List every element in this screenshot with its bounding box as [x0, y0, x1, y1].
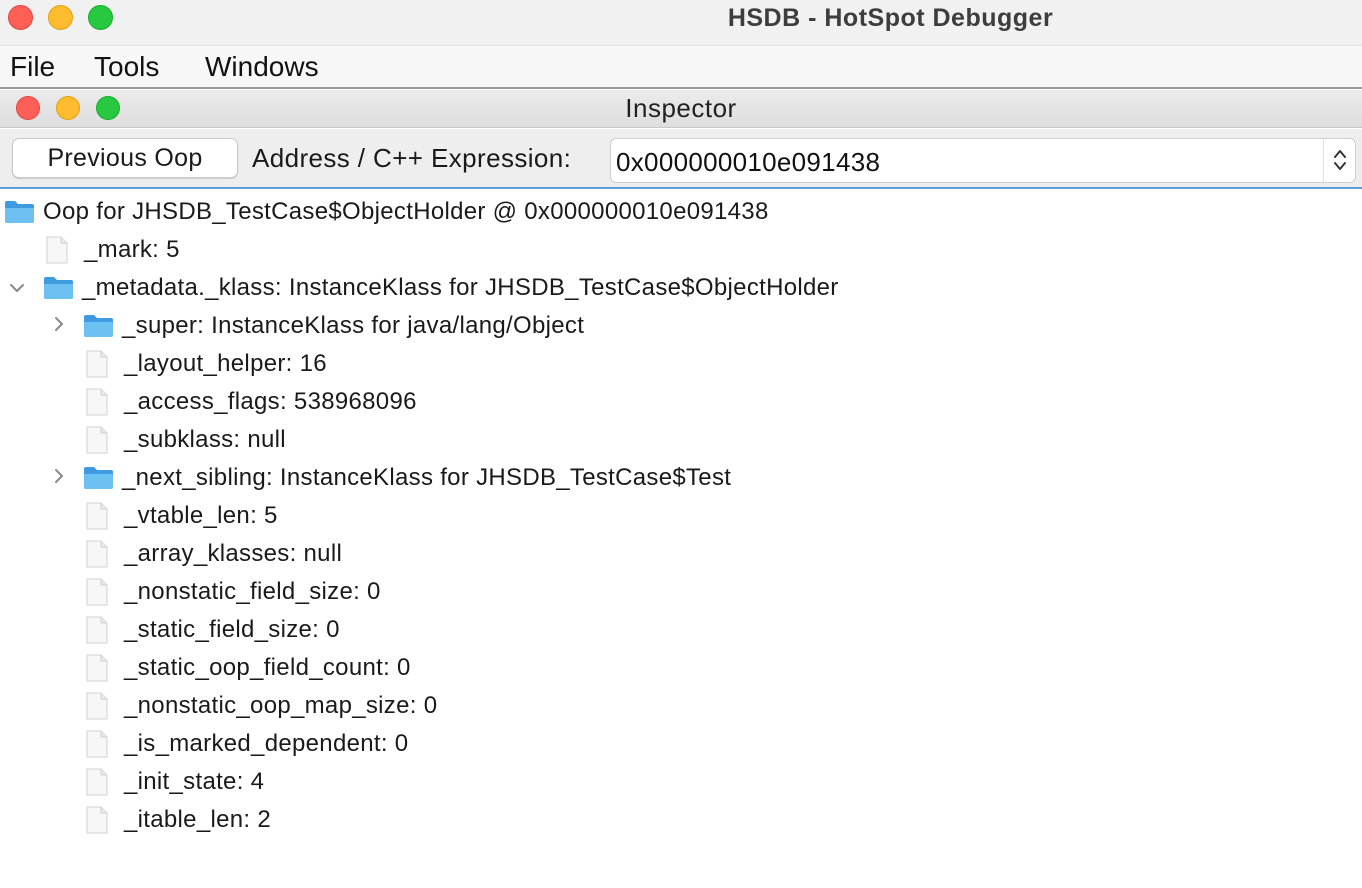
- tree-node-array-klasses-label: _array_klasses: null: [124, 540, 343, 567]
- tree-node-nonstatic-field-size[interactable]: _nonstatic_field_size: 0: [86, 573, 381, 611]
- tree-node-nonstatic-oop-map-size[interactable]: _nonstatic_oop_map_size: 0: [86, 687, 437, 725]
- tree-node-itable-len[interactable]: _itable_len: 2: [86, 801, 271, 839]
- inspector-titlebar: Inspector: [0, 90, 1362, 128]
- tree-node-next-sibling-label: _next_sibling: InstanceKlass for JHSDB_T…: [122, 464, 732, 491]
- tree-node-vtable-len-label: _vtable_len: 5: [124, 502, 278, 529]
- document-icon: [86, 730, 108, 758]
- document-icon: [86, 692, 108, 720]
- tree-node-mark-label: _mark: 5: [84, 236, 180, 263]
- tree-node-mark[interactable]: _mark: 5: [46, 231, 180, 269]
- folder-icon: [84, 315, 113, 337]
- previous-oop-button[interactable]: Previous Oop: [12, 138, 238, 178]
- document-icon: [86, 388, 108, 416]
- tree-node-init-state-label: _init_state: 4: [124, 768, 265, 795]
- document-icon: [86, 654, 108, 682]
- document-icon: [86, 540, 108, 568]
- inspector-toolbar: Previous Oop Address / C++ Expression: 0…: [0, 129, 1362, 189]
- combo-stepper-icon[interactable]: [1323, 139, 1355, 182]
- inspector-title: Inspector: [625, 93, 737, 123]
- menu-windows[interactable]: Windows: [205, 51, 319, 83]
- tree-node-root[interactable]: Oop for JHSDB_TestCase$ObjectHolder @ 0x…: [4, 193, 769, 231]
- tree-node-vtable-len[interactable]: _vtable_len: 5: [86, 497, 278, 535]
- folder-icon: [84, 467, 113, 489]
- document-icon: [46, 236, 68, 264]
- tree-node-subklass-label: _subklass: null: [124, 426, 286, 453]
- tree-node-access-flags-label: _access_flags: 538968096: [124, 388, 417, 415]
- tree-node-array-klasses[interactable]: _array_klasses: null: [86, 535, 342, 573]
- document-icon: [86, 768, 108, 796]
- tree-node-nonstatic-field-size-label: _nonstatic_field_size: 0: [124, 578, 381, 605]
- folder-icon: [44, 277, 73, 299]
- window-titlebar: HSDB - HotSpot Debugger: [0, 0, 1362, 46]
- document-icon: [86, 806, 108, 834]
- window-title: HSDB - HotSpot Debugger: [727, 4, 1054, 32]
- document-icon: [86, 426, 108, 454]
- tree-node-layout-helper-label: _layout_helper: 16: [124, 350, 327, 377]
- document-icon: [86, 616, 108, 644]
- tree-node-metadata-klass-label: _metadata._klass: InstanceKlass for JHSD…: [82, 274, 839, 301]
- document-icon: [86, 502, 108, 530]
- tree-node-is-marked-dependent-label: _is_marked_dependent: 0: [124, 730, 409, 757]
- tree-node-static-field-size[interactable]: _static_field_size: 0: [86, 611, 340, 649]
- chevron-right-icon[interactable]: [49, 466, 69, 486]
- folder-icon: [5, 201, 34, 223]
- tree-node-super-label: _super: InstanceKlass for java/lang/Obje…: [122, 312, 585, 339]
- tree-node-next-sibling[interactable]: _next_sibling: InstanceKlass for JHSDB_T…: [83, 459, 731, 497]
- document-icon: [86, 578, 108, 606]
- tree-node-nonstatic-oop-map-size-label: _nonstatic_oop_map_size: 0: [124, 692, 438, 719]
- tree-node-subklass[interactable]: _subklass: null: [86, 421, 286, 459]
- tree-node-super[interactable]: _super: InstanceKlass for java/lang/Obje…: [83, 307, 584, 345]
- tree-node-metadata-klass[interactable]: _metadata._klass: InstanceKlass for JHSD…: [43, 269, 839, 307]
- chevron-down-icon[interactable]: [7, 278, 27, 298]
- chevron-right-icon[interactable]: [49, 314, 69, 334]
- document-icon: [86, 350, 108, 378]
- tree-node-itable-len-label: _itable_len: 2: [124, 806, 271, 833]
- oop-tree[interactable]: Oop for JHSDB_TestCase$ObjectHolder @ 0x…: [0, 191, 1362, 888]
- menubar: File Tools Windows: [0, 47, 1362, 89]
- tree-node-root-label: Oop for JHSDB_TestCase$ObjectHolder @ 0x…: [43, 198, 769, 225]
- menu-file[interactable]: File: [10, 51, 55, 83]
- address-combobox[interactable]: 0x000000010e091438: [610, 138, 1356, 183]
- address-input[interactable]: 0x000000010e091438: [616, 147, 880, 178]
- tree-node-static-field-size-label: _static_field_size: 0: [124, 616, 340, 643]
- tree-node-init-state[interactable]: _init_state: 4: [86, 763, 264, 801]
- address-label: Address / C++ Expression:: [252, 143, 572, 173]
- tree-node-static-oop-field-count-label: _static_oop_field_count: 0: [124, 654, 411, 681]
- tree-node-static-oop-field-count[interactable]: _static_oop_field_count: 0: [86, 649, 411, 687]
- tree-node-access-flags[interactable]: _access_flags: 538968096: [86, 383, 417, 421]
- tree-node-is-marked-dependent[interactable]: _is_marked_dependent: 0: [86, 725, 408, 763]
- menu-tools[interactable]: Tools: [94, 51, 159, 83]
- tree-node-layout-helper[interactable]: _layout_helper: 16: [86, 345, 327, 383]
